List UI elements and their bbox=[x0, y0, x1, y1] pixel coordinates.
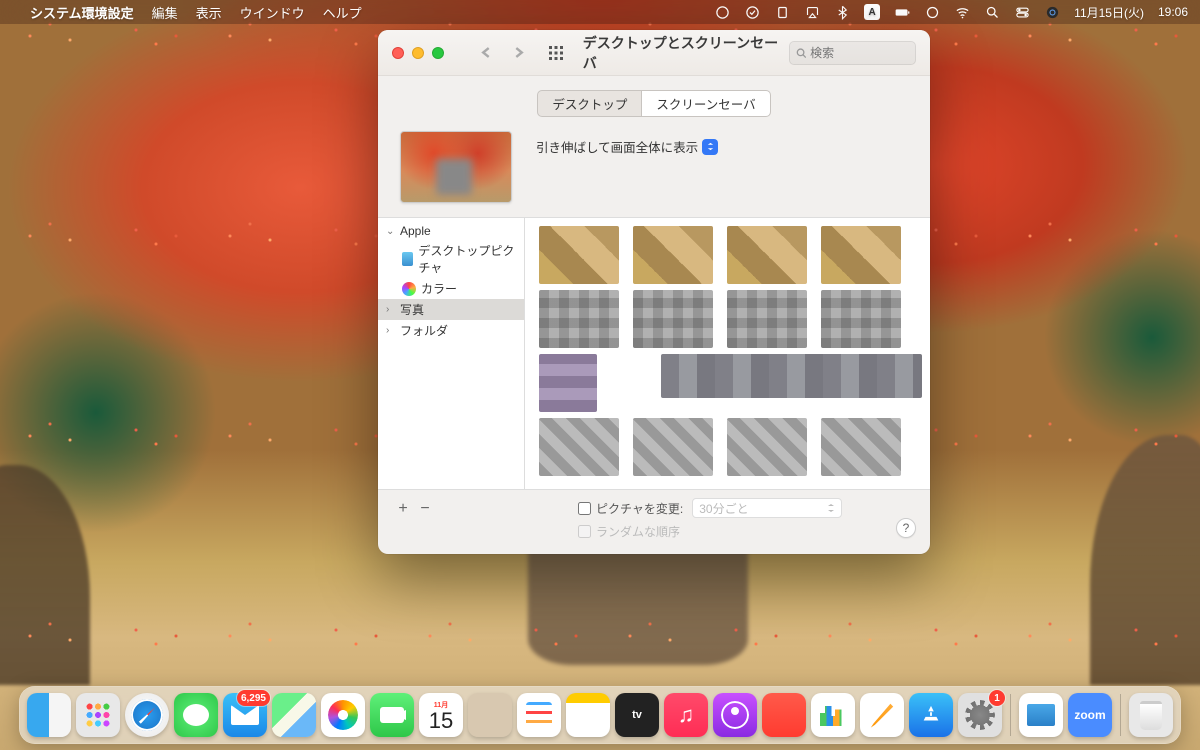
menubar-date[interactable]: 11月15日(火) bbox=[1074, 4, 1144, 21]
fit-mode-select[interactable]: 引き伸ばして画面全体に表示 bbox=[536, 137, 718, 156]
battery-icon[interactable] bbox=[894, 4, 910, 20]
wallpaper-thumb[interactable] bbox=[661, 354, 922, 398]
menubar-time[interactable]: 19:06 bbox=[1158, 5, 1188, 19]
wallpaper-thumb[interactable] bbox=[539, 290, 619, 348]
search-icon bbox=[796, 47, 806, 59]
colors-icon bbox=[402, 282, 416, 296]
dock-notes[interactable] bbox=[566, 693, 610, 737]
window-titlebar[interactable]: デスクトップとスクリーンセーバ bbox=[378, 30, 930, 76]
dock-calendar[interactable]: 11月15 bbox=[419, 693, 463, 737]
wallpaper-thumb[interactable] bbox=[727, 290, 807, 348]
dock-preview[interactable] bbox=[1019, 693, 1063, 737]
search-field[interactable] bbox=[789, 41, 916, 65]
dock-music[interactable] bbox=[664, 693, 708, 737]
minimize-button[interactable] bbox=[412, 47, 424, 59]
wifi-icon[interactable] bbox=[954, 4, 970, 20]
airplay-icon[interactable] bbox=[804, 4, 820, 20]
menu-edit[interactable]: 編集 bbox=[152, 3, 178, 22]
dock-launchpad[interactable] bbox=[76, 693, 120, 737]
dock-tv[interactable]: tv bbox=[615, 693, 659, 737]
wallpaper-thumb[interactable] bbox=[539, 226, 619, 284]
dock-contacts[interactable] bbox=[468, 693, 512, 737]
dock-reminders[interactable] bbox=[517, 693, 561, 737]
sidebar-item-desktop-pictures[interactable]: デスクトップピクチャ bbox=[378, 240, 524, 278]
wallpaper-grid bbox=[525, 218, 930, 489]
wallpaper-thumb[interactable] bbox=[539, 354, 597, 412]
mail-badge: 6,295 bbox=[237, 690, 270, 706]
menu-view[interactable]: 表示 bbox=[196, 3, 222, 22]
dock-facetime[interactable] bbox=[370, 693, 414, 737]
control-center-icon[interactable] bbox=[1014, 4, 1030, 20]
wallpaper-thumb[interactable] bbox=[727, 226, 807, 284]
wallpaper-thumb[interactable] bbox=[539, 418, 619, 476]
dropdown-icon bbox=[702, 139, 718, 155]
tab-screensaver[interactable]: スクリーンセーバ bbox=[642, 90, 770, 117]
current-wallpaper-preview bbox=[400, 131, 512, 203]
menu-help[interactable]: ヘルプ bbox=[323, 3, 362, 22]
menu-window[interactable]: ウインドウ bbox=[240, 3, 305, 22]
clipboard-icon[interactable] bbox=[774, 4, 790, 20]
sysprefs-badge: 1 bbox=[989, 690, 1005, 706]
dock-separator bbox=[1120, 694, 1121, 736]
source-sidebar: ⌄Apple デスクトップピクチャ カラー ›写真 ›フォルダ bbox=[378, 218, 525, 489]
add-folder-button[interactable]: + bbox=[392, 499, 414, 519]
interval-select[interactable]: 30分ごと bbox=[692, 498, 842, 518]
input-source-icon[interactable]: A bbox=[864, 4, 880, 20]
sidebar-item-photos[interactable]: ›写真 bbox=[378, 299, 524, 320]
status-icon-2[interactable] bbox=[744, 4, 760, 20]
dock-mail[interactable]: 6,295 bbox=[223, 693, 267, 737]
dock-photos[interactable] bbox=[321, 693, 365, 737]
wallpaper-thumb[interactable] bbox=[821, 226, 901, 284]
menu-bar: システム環境設定 編集 表示 ウインドウ ヘルプ A 11月15日(火) 19:… bbox=[0, 0, 1200, 24]
forward-button[interactable] bbox=[508, 42, 530, 64]
tab-desktop[interactable]: デスクトップ bbox=[537, 90, 642, 117]
traffic-lights bbox=[392, 47, 444, 59]
dock-system-preferences[interactable]: 1 bbox=[958, 693, 1002, 737]
close-button[interactable] bbox=[392, 47, 404, 59]
dock-appstore[interactable] bbox=[909, 693, 953, 737]
change-picture-checkbox[interactable]: ピクチャを変更: 30分ごと bbox=[578, 498, 842, 518]
help-button[interactable]: ? bbox=[896, 518, 916, 538]
back-button[interactable] bbox=[475, 42, 497, 64]
dock-messages[interactable] bbox=[174, 693, 218, 737]
dock-trash[interactable] bbox=[1129, 693, 1173, 737]
dock-numbers[interactable] bbox=[811, 693, 855, 737]
preferences-window: デスクトップとスクリーンセーバ デスクトップ スクリーンセーバ 引き伸ばして画面… bbox=[378, 30, 930, 554]
fit-mode-label: 引き伸ばして画面全体に表示 bbox=[536, 137, 698, 156]
pictures-icon bbox=[402, 252, 413, 266]
dock-pages[interactable] bbox=[860, 693, 904, 737]
status-icon-3[interactable] bbox=[924, 4, 940, 20]
sidebar-item-folders[interactable]: ›フォルダ bbox=[378, 320, 524, 341]
dock-separator bbox=[1010, 694, 1011, 736]
random-order-checkbox: ランダムな順序 bbox=[578, 523, 842, 540]
dock: 6,295 11月15 tv 1 zoom bbox=[19, 686, 1181, 744]
sidebar-item-apple[interactable]: ⌄Apple bbox=[378, 222, 524, 240]
dock-news[interactable] bbox=[762, 693, 806, 737]
wallpaper-thumb[interactable] bbox=[727, 418, 807, 476]
spotlight-icon[interactable] bbox=[984, 4, 1000, 20]
dock-finder[interactable] bbox=[27, 693, 71, 737]
sidebar-item-colors[interactable]: カラー bbox=[378, 278, 524, 299]
status-icon-1[interactable] bbox=[714, 4, 730, 20]
wallpaper-thumb[interactable] bbox=[633, 290, 713, 348]
pane-tabs: デスクトップ スクリーンセーバ bbox=[378, 76, 930, 127]
search-input[interactable] bbox=[810, 46, 909, 60]
bluetooth-icon[interactable] bbox=[834, 4, 850, 20]
menu-app-name[interactable]: システム環境設定 bbox=[30, 3, 134, 22]
siri-icon[interactable] bbox=[1044, 4, 1060, 20]
window-title: デスクトップとスクリーンセーバ bbox=[583, 33, 779, 73]
dock-zoom[interactable]: zoom bbox=[1068, 693, 1112, 737]
wallpaper-thumb[interactable] bbox=[633, 226, 713, 284]
wallpaper-thumb[interactable] bbox=[821, 290, 901, 348]
wallpaper-thumb[interactable] bbox=[821, 418, 901, 476]
maximize-button[interactable] bbox=[432, 47, 444, 59]
show-all-button[interactable] bbox=[546, 42, 567, 64]
remove-folder-button[interactable]: − bbox=[414, 499, 436, 519]
dock-maps[interactable] bbox=[272, 693, 316, 737]
dock-safari[interactable] bbox=[125, 693, 169, 737]
wallpaper-thumb[interactable] bbox=[633, 418, 713, 476]
dock-podcasts[interactable] bbox=[713, 693, 757, 737]
